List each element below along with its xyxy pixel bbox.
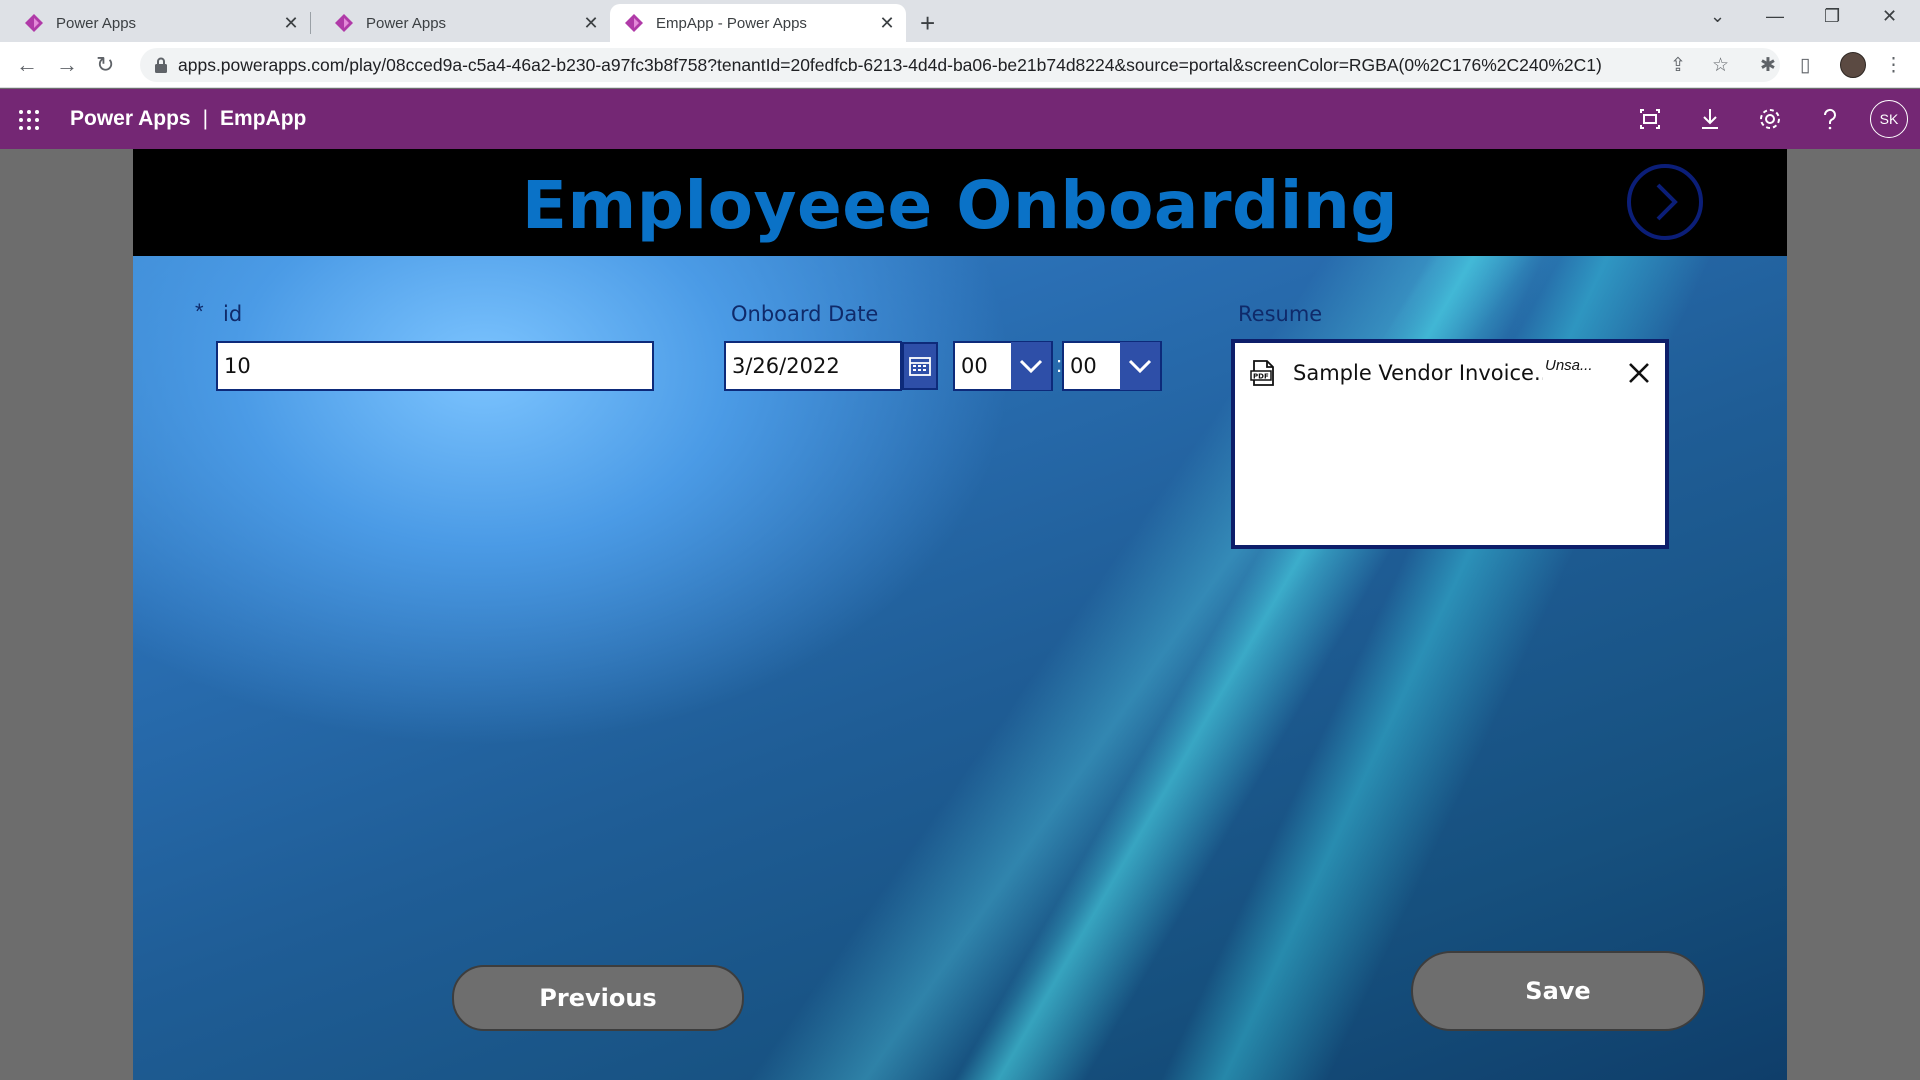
title-banner: Employeee Onboarding	[133, 149, 1787, 256]
user-avatar[interactable]: SK	[1870, 100, 1908, 138]
side-panel-icon[interactable]: ▯	[1800, 54, 1810, 77]
onboard-date-input[interactable]: 3/26/2022	[724, 341, 902, 391]
app-name: EmpApp	[220, 107, 307, 130]
browser-toolbar: ← → ↻ apps.powerapps.com/play/08cced9a-c…	[0, 42, 1920, 88]
browser-tab[interactable]: Power Apps ✕	[310, 4, 610, 42]
tab-close-icon[interactable]: ✕	[876, 13, 898, 34]
tab-close-icon[interactable]: ✕	[280, 13, 302, 34]
restore-icon[interactable]: ❐	[1824, 6, 1840, 27]
tab-title: Power Apps	[56, 14, 137, 32]
lock-icon	[155, 57, 167, 73]
title-separator: |	[202, 107, 209, 130]
remove-attachment-close-icon[interactable]	[1627, 361, 1651, 385]
powerapps-favicon-icon	[625, 14, 643, 32]
powerapps-header: Power Apps | EmpApp	[0, 89, 1920, 149]
resume-label: Resume	[1238, 302, 1323, 326]
browser-profile-avatar[interactable]	[1840, 52, 1866, 78]
product-name: Power Apps	[70, 107, 191, 130]
fit-to-window-icon[interactable]	[1636, 105, 1664, 133]
id-input[interactable]: 10	[216, 341, 654, 391]
screen-title: Employeee Onboarding	[521, 167, 1399, 244]
browser-menu-icon[interactable]: ⋮	[1884, 54, 1903, 77]
settings-gear-icon[interactable]	[1756, 105, 1784, 133]
hour-chevron-down-icon[interactable]	[1011, 342, 1051, 390]
tab-close-icon[interactable]: ✕	[580, 13, 602, 34]
save-button[interactable]: Save	[1411, 951, 1705, 1031]
window-close-icon[interactable]: ✕	[1882, 6, 1897, 27]
calendar-icon[interactable]	[902, 342, 938, 390]
required-marker: *	[195, 299, 204, 324]
pdf-file-icon: PDF	[1250, 360, 1274, 386]
attachment-item[interactable]: PDF Sample Vendor Invoice.... Unsa...	[1249, 355, 1655, 391]
app-launcher-waffle-icon[interactable]	[18, 109, 40, 131]
bookmark-star-icon[interactable]: ☆	[1712, 54, 1729, 77]
url-text: apps.powerapps.com/play/08cced9a-c5a4-46…	[178, 54, 1602, 75]
address-bar[interactable]: apps.powerapps.com/play/08cced9a-c5a4-46…	[140, 48, 1780, 82]
previous-button[interactable]: Previous	[452, 965, 744, 1031]
extensions-icon[interactable]: ✱	[1760, 54, 1776, 77]
tab-title: EmpApp - Power Apps	[656, 14, 807, 32]
tab-search-chevron-icon[interactable]: ⌄	[1710, 6, 1725, 27]
help-icon[interactable]	[1816, 105, 1844, 133]
onboard-date-label: Onboard Date	[731, 302, 879, 326]
new-tab-icon[interactable]: +	[920, 8, 935, 39]
attachment-status: Unsa...	[1545, 357, 1593, 374]
browser-tab-active[interactable]: EmpApp - Power Apps ✕	[610, 4, 906, 42]
svg-text:PDF: PDF	[1253, 373, 1269, 381]
next-arrow-icon[interactable]	[1626, 163, 1704, 241]
forward-icon[interactable]: →	[56, 52, 78, 78]
powerapps-favicon-icon	[25, 14, 43, 32]
attachment-file-name[interactable]: Sample Vendor Invoice....	[1293, 361, 1543, 385]
minute-chevron-down-icon[interactable]	[1120, 342, 1160, 390]
id-label: id	[223, 302, 243, 326]
app-screen: Employeee Onboarding * id 10 Onboard Dat…	[133, 149, 1787, 1080]
download-icon[interactable]	[1696, 105, 1724, 133]
resume-attachments[interactable]: PDF Sample Vendor Invoice.... Unsa...	[1231, 339, 1669, 549]
minimize-icon[interactable]: —	[1766, 6, 1784, 27]
back-icon[interactable]: ←	[16, 52, 38, 78]
browser-tab[interactable]: Power Apps ✕	[0, 4, 310, 42]
tab-title: Power Apps	[366, 14, 447, 32]
powerapps-favicon-icon	[335, 14, 353, 32]
header-title: Power Apps | EmpApp	[70, 107, 306, 131]
reload-icon[interactable]: ↻	[96, 52, 114, 78]
browser-tabstrip: Power Apps ✕ Power Apps ✕ EmpApp - Power…	[0, 0, 1920, 42]
share-icon[interactable]: ⇪	[1670, 54, 1686, 77]
